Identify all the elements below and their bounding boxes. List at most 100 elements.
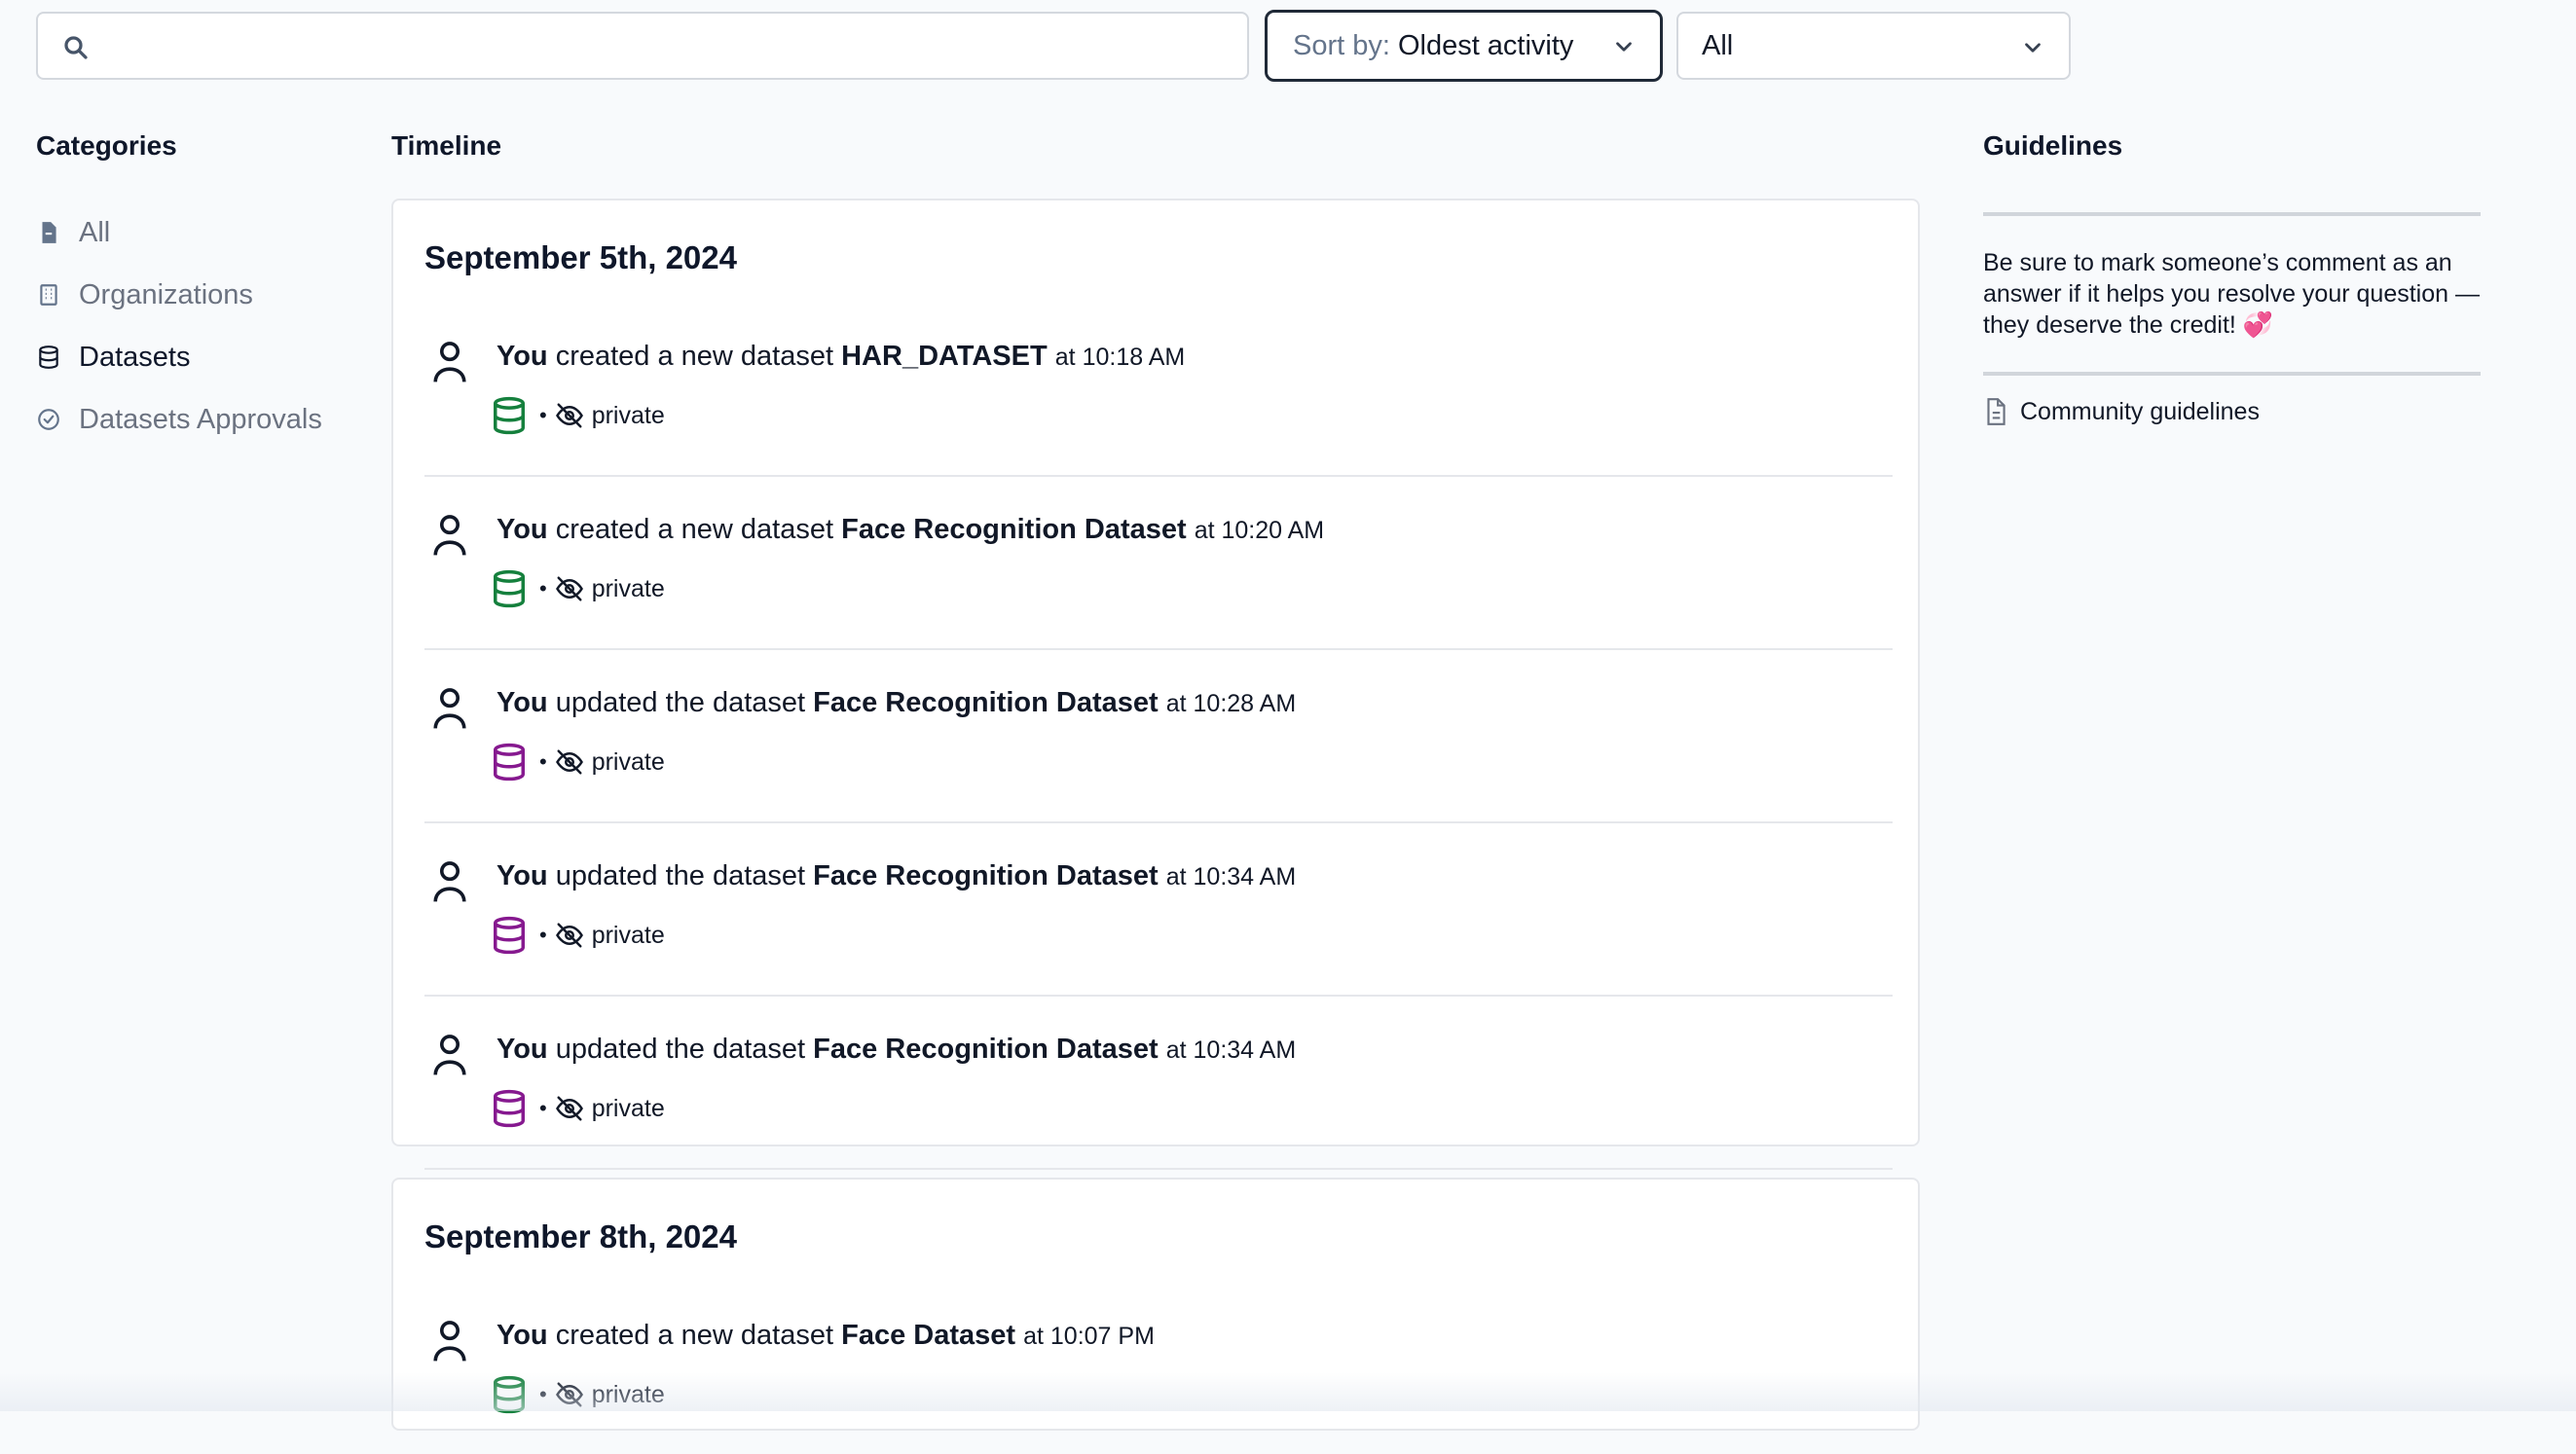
chevron-down-icon [1616, 42, 1632, 52]
eye-off-icon [555, 1096, 583, 1121]
entry-meta: • private [491, 742, 665, 782]
category-label: Organizations [79, 278, 253, 310]
sort-value: Oldest activity [1397, 29, 1574, 61]
entry-action: updated the dataset [555, 1034, 806, 1065]
visibility-label: private [591, 1380, 665, 1408]
entry-action: created a new dataset [555, 514, 834, 545]
timeline-entry: You created a new dataset HAR_DATASET at… [424, 302, 1893, 477]
document-icon [1987, 398, 2006, 425]
file-icon [42, 222, 56, 243]
entry-actor: You [497, 514, 548, 545]
visibility-label: private [591, 747, 665, 776]
entry-target[interactable]: Face Recognition Dataset [813, 1034, 1159, 1065]
database-icon [494, 569, 525, 608]
check-circle-icon [38, 409, 59, 430]
guidelines-heading: Guidelines [1983, 130, 2123, 161]
filter-dropdown[interactable]: All [1676, 12, 2071, 80]
timeline-entry: You updated the dataset Face Recognition… [424, 648, 1893, 823]
chevron-down-icon [2025, 43, 2041, 53]
user-icon [433, 515, 466, 556]
entry-actor: You [497, 341, 548, 372]
visibility-label: private [591, 1094, 665, 1122]
community-guidelines-label: Community guidelines [2020, 397, 2260, 425]
category-label: All [79, 216, 111, 248]
separator-dot: • [539, 1096, 547, 1120]
separator-dot: • [539, 1382, 547, 1406]
entry-actor: You [497, 860, 548, 891]
eye-off-icon [555, 576, 583, 601]
sort-prefix: Sort by: [1293, 29, 1390, 61]
eye-off-icon [555, 749, 583, 775]
entry-target[interactable]: HAR_DATASET [841, 341, 1048, 372]
building-icon [40, 284, 57, 306]
separator-dot: • [539, 576, 547, 600]
entry-actor: You [497, 687, 548, 718]
timeline-entry: You updated the dataset Face Recognition… [424, 821, 1893, 997]
database-icon [39, 345, 58, 369]
user-icon [433, 342, 466, 382]
entry-target[interactable]: Face Recognition Dataset [841, 514, 1187, 545]
visibility-label: private [591, 921, 665, 949]
entry-action: updated the dataset [555, 860, 806, 891]
sort-dropdown[interactable]: Sort by: Oldest activity [1265, 10, 1663, 82]
community-guidelines-link[interactable]: Community guidelines [1983, 397, 2260, 426]
entry-actor: You [497, 1320, 548, 1351]
entry-text: You updated the dataset Face Recognition… [497, 687, 1296, 719]
timeline-entry: You created a new dataset Face Recogniti… [424, 475, 1893, 650]
entry-time: at 10:28 AM [1165, 690, 1297, 717]
entry-text: You created a new dataset Face Dataset a… [497, 1320, 1155, 1352]
entry-action: created a new dataset [555, 1320, 834, 1351]
category-datasets-approvals[interactable]: Datasets Approvals [36, 395, 322, 444]
entry-time: at 10:34 AM [1165, 863, 1297, 891]
user-icon [433, 688, 466, 729]
entry-text: You created a new dataset Face Recogniti… [497, 514, 1324, 546]
category-datasets[interactable]: Datasets [36, 333, 190, 382]
database-icon [494, 396, 525, 435]
search-input[interactable] [36, 12, 1249, 80]
group-date: September 8th, 2024 [424, 1218, 737, 1254]
divider [1983, 372, 2481, 376]
entry-target[interactable]: Face Recognition Dataset [813, 860, 1159, 891]
user-icon [433, 861, 466, 902]
divider [1983, 212, 2481, 216]
timeline-heading: Timeline [391, 130, 502, 161]
entry-meta: • private [491, 568, 665, 609]
database-icon [494, 916, 525, 955]
separator-dot: • [539, 749, 547, 774]
eye-off-icon [555, 923, 583, 948]
group-date: September 5th, 2024 [424, 239, 737, 275]
visibility-label: private [591, 401, 665, 429]
guidelines-text: Be sure to mark someone’s comment as an … [1983, 249, 2480, 339]
search-icon [64, 36, 88, 59]
timeline-group-card: September 8th, 2024 You created a new da… [391, 1178, 1920, 1431]
entry-time: at 10:20 AM [1194, 517, 1325, 544]
user-icon [433, 1321, 466, 1362]
category-label: Datasets [79, 341, 191, 373]
entry-action: updated the dataset [555, 687, 806, 718]
entry-text: You updated the dataset Face Recognition… [497, 860, 1296, 892]
entry-time: at 10:07 PM [1023, 1323, 1155, 1350]
database-icon [494, 1089, 525, 1128]
category-organizations[interactable]: Organizations [36, 271, 253, 319]
category-label: Datasets Approvals [79, 403, 322, 435]
entry-meta: • private [491, 1088, 665, 1129]
entry-meta: • private [491, 395, 665, 436]
timeline-entry: You updated the dataset Face Recognition… [424, 995, 1893, 1170]
entry-meta: • private [491, 915, 665, 956]
visibility-label: private [591, 574, 665, 602]
timeline-entry: You created a new dataset Face Dataset a… [424, 1281, 1893, 1454]
timeline-group-card: September 5th, 2024 You created a new da… [391, 199, 1920, 1170]
database-icon [494, 1375, 525, 1414]
separator-dot: • [539, 403, 547, 427]
entry-time: at 10:18 AM [1054, 344, 1186, 371]
entry-target[interactable]: Face Recognition Dataset [813, 687, 1159, 718]
eye-off-icon [555, 1382, 583, 1407]
entry-time: at 10:34 AM [1165, 1036, 1297, 1064]
entry-action: created a new dataset [555, 341, 834, 372]
entry-meta: • private [491, 1374, 665, 1415]
database-icon [494, 743, 525, 782]
entry-text: You updated the dataset Face Recognition… [497, 1034, 1296, 1066]
entry-target[interactable]: Face Dataset [841, 1320, 1015, 1351]
category-all[interactable]: All [36, 208, 110, 257]
entry-actor: You [497, 1034, 548, 1065]
